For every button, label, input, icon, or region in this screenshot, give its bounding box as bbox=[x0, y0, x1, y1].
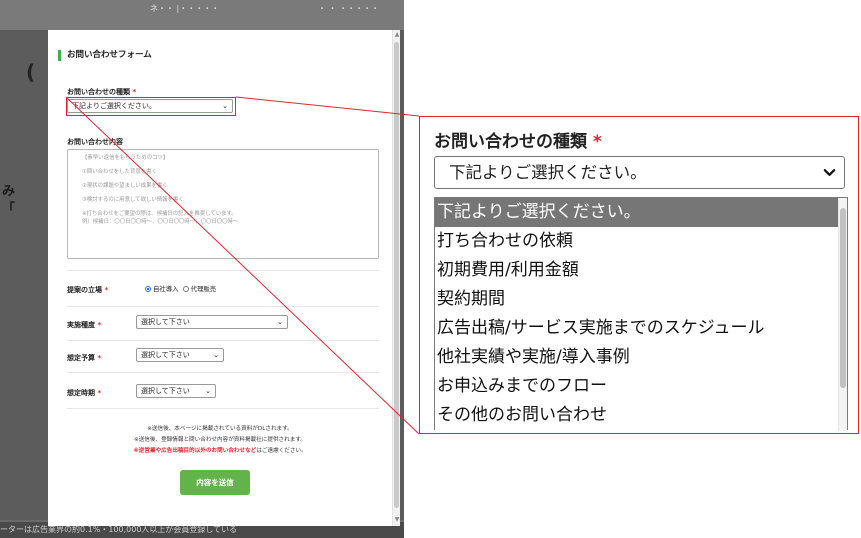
chevron-down-icon: ⌄ bbox=[213, 351, 219, 359]
inquiry-type-label: お問い合わせの種類 * bbox=[67, 88, 137, 96]
zoom-bleed-text: ※ ・ ・ ・・ ・・ ・・ ・・・・・・・・・ bbox=[508, 429, 784, 433]
dropdown-scrollbar[interactable] bbox=[838, 198, 847, 431]
note-line-3: ※逆営業や広告出稿目的以外のお問い合わせなどはご遠慮ください。 bbox=[133, 448, 307, 454]
dropdown-options-list: 下記よりご選択ください。 打ち合わせの依頼 初期費用/利用金額 契約期間 広告出… bbox=[434, 197, 848, 431]
note-line-2: ※送信後、登録情報と問い合わせ内容が資料掲載社に提供されます。 bbox=[134, 437, 306, 443]
submit-button[interactable]: 内容を送信 bbox=[180, 470, 250, 495]
background-char: み bbox=[2, 184, 16, 199]
position-label: 提案の立場 * bbox=[67, 286, 109, 294]
chevron-down-icon bbox=[823, 169, 836, 176]
radio-agency-sales[interactable] bbox=[182, 286, 189, 292]
budget-label: 想定予算 * bbox=[67, 354, 102, 362]
dropdown-option[interactable]: 広告出稿/サービス実施までのスケジュール bbox=[435, 314, 847, 343]
inquiry-type-highlight-box bbox=[66, 97, 236, 116]
page-screenshot: ネ・・ |・・・・・ ・ ・ ・・・・・ ( み 「 ーターは広告業界の約0.1… bbox=[0, 0, 404, 538]
dropdown-option[interactable]: 初期費用/利用金額 bbox=[435, 256, 847, 285]
chevron-down-icon: ⌄ bbox=[205, 387, 211, 395]
implementation-type-label: 実施種度 * bbox=[67, 321, 102, 329]
radio-self-introduction[interactable] bbox=[145, 286, 151, 292]
inquiry-content-textarea[interactable]: 【素早い返信をもらうためのコツ】 ①問い合わせをした背景を書く ②現状の課題や望… bbox=[67, 149, 379, 259]
modal-scrollbar-thumb[interactable] bbox=[394, 42, 399, 508]
dropdown-option[interactable]: 他社実績や実施/導入事例 bbox=[435, 343, 847, 372]
dropdown-option[interactable]: 下記よりご選択ください。 bbox=[435, 198, 847, 227]
zoom-inquiry-type-label: お問い合わせの種類 * bbox=[434, 132, 602, 152]
timing-select[interactable]: 選択して下さい ⌄ bbox=[136, 384, 216, 398]
background-top-right-text: ・ ・ ・・・・・ bbox=[318, 4, 380, 13]
chevron-down-icon: ⌄ bbox=[277, 318, 283, 326]
modal-scrollbar[interactable]: ▲ ▼ bbox=[392, 30, 400, 526]
dropdown-option[interactable]: 打ち合わせの依頼 bbox=[435, 227, 847, 256]
background-char: 「 bbox=[2, 202, 16, 217]
inquiry-content-label: お問い合わせ内容 bbox=[67, 138, 123, 146]
position-radio-group: 自社導入 代理販売 bbox=[145, 284, 216, 293]
form-title: お問い合わせフォーム bbox=[58, 50, 152, 61]
zoomed-dropdown-panel: お問い合わせの種類 * 下記よりご選択ください。 下記よりご選択ください。 打ち… bbox=[419, 116, 859, 434]
timing-label: 想定時期 * bbox=[67, 389, 102, 397]
dropdown-option[interactable]: お申込みまでのフロー bbox=[435, 372, 847, 401]
dropdown-option[interactable]: その他のお問い合わせ bbox=[435, 401, 847, 430]
dropdown-option[interactable]: 契約期間 bbox=[435, 285, 847, 314]
background-top-text: ネ・・ |・・・・・ bbox=[150, 4, 220, 13]
zoom-inquiry-type-select[interactable]: 下記よりご選択ください。 bbox=[434, 156, 845, 189]
note-line-1: ※送信後、本ページに掲載されている資料がDLされます。 bbox=[147, 426, 293, 432]
dropdown-scrollbar-thumb[interactable] bbox=[840, 208, 846, 388]
implementation-type-select[interactable]: 選択して下さい ⌄ bbox=[136, 315, 288, 329]
budget-select[interactable]: 選択して下さい ⌄ bbox=[136, 348, 224, 362]
